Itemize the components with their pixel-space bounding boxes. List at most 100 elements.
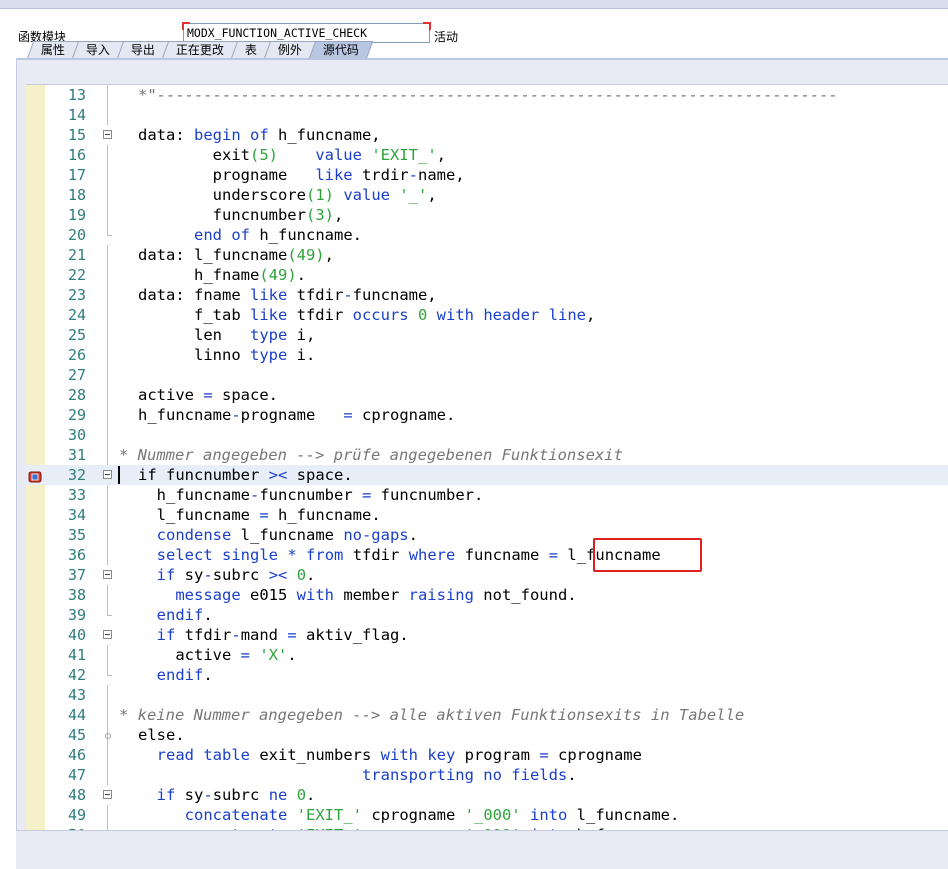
fold-toggle-icon[interactable] bbox=[103, 790, 112, 799]
code-line[interactable]: 18 underscore(1) value '_', bbox=[26, 185, 948, 205]
function-module-name-field[interactable]: MODX_FUNCTION_ACTIVE_CHECK bbox=[182, 22, 431, 43]
code-line[interactable]: 36 select single * from tfdir where func… bbox=[26, 545, 948, 565]
code-token: e015 bbox=[240, 586, 297, 604]
code-token: with bbox=[296, 586, 334, 604]
line-number: 23 bbox=[67, 286, 86, 304]
code-token: type bbox=[249, 346, 288, 364]
code-line[interactable]: 19 funcnumber(3), bbox=[26, 205, 948, 225]
code-line[interactable]: 25 len type i, bbox=[26, 325, 948, 345]
code-line[interactable]: 15 data: begin of h_funcname, bbox=[26, 125, 948, 145]
line-number: 35 bbox=[67, 526, 86, 544]
code-line[interactable]: 46 read table exit_numbers with key prog… bbox=[26, 745, 948, 765]
code-token: active bbox=[138, 646, 241, 664]
code-line[interactable]: 33 h_funcname-funcnumber = funcnumber. bbox=[26, 485, 948, 505]
code-text: f_tab like tfdir occurs 0 with header li… bbox=[138, 305, 595, 325]
tab-label: 例外 bbox=[277, 43, 302, 57]
code-token: no-gaps bbox=[343, 526, 409, 544]
code-line[interactable]: 26 linno type i. bbox=[26, 345, 948, 365]
code-token: value bbox=[343, 186, 390, 204]
line-number: 16 bbox=[67, 146, 86, 164]
abap-code-editor[interactable]: 13 *"------------------------------------… bbox=[26, 84, 948, 831]
block-guide bbox=[107, 145, 108, 165]
block-guide bbox=[107, 545, 108, 565]
line-number: 18 bbox=[67, 186, 86, 204]
code-line[interactable]: 37 if sy-subrc >< 0. bbox=[26, 565, 948, 585]
code-token: tfdir bbox=[287, 286, 344, 304]
line-number: 39 bbox=[67, 606, 86, 624]
line-number: 32 bbox=[67, 466, 86, 484]
code-line[interactable]: 14 bbox=[26, 105, 948, 125]
code-line[interactable]: 27 bbox=[26, 365, 948, 385]
code-line[interactable]: 21 data: l_funcname(49), bbox=[26, 245, 948, 265]
fold-toggle-icon[interactable] bbox=[103, 570, 112, 579]
code-token: (5) bbox=[249, 146, 278, 164]
code-token: . bbox=[408, 526, 418, 544]
code-line[interactable]: 29 h_funcname-progname = cprogname. bbox=[26, 405, 948, 425]
code-token: progname bbox=[138, 166, 316, 184]
code-token: . bbox=[203, 666, 213, 684]
code-line[interactable]: 40 if tfdir-mand = aktiv_flag. bbox=[26, 625, 948, 645]
code-token: . bbox=[306, 566, 316, 584]
code-token: else. bbox=[138, 726, 185, 744]
code-line[interactable]: 20 end of h_funcname. bbox=[26, 225, 948, 245]
code-line[interactable]: 43 bbox=[26, 685, 948, 705]
code-line[interactable]: 49 concatenate 'EXIT_' cprogname '_000' … bbox=[26, 805, 948, 825]
code-line[interactable]: 38 message e015 with member raising not_… bbox=[26, 585, 948, 605]
code-token: into bbox=[530, 806, 568, 824]
code-line[interactable]: 48 if sy-subrc ne 0. bbox=[26, 785, 948, 805]
top-toolbar-strip bbox=[0, 0, 948, 9]
block-end-guide bbox=[107, 225, 112, 236]
code-token: cprogname bbox=[548, 746, 642, 764]
tab-3[interactable]: 正在更改 bbox=[161, 41, 239, 59]
code-line[interactable]: 30 bbox=[26, 425, 948, 445]
line-number: 37 bbox=[67, 566, 86, 584]
fold-toggle-icon[interactable] bbox=[103, 130, 112, 139]
line-number: 36 bbox=[67, 546, 86, 564]
code-token: , bbox=[436, 146, 446, 164]
code-token: funcnumber bbox=[259, 486, 362, 504]
line-number: 33 bbox=[67, 486, 86, 504]
code-line[interactable]: 47 transporting no fields. bbox=[26, 765, 948, 785]
code-line[interactable]: 16 exit(5) value 'EXIT_', bbox=[26, 145, 948, 165]
code-line[interactable]: 35 condense l_funcname no-gaps. bbox=[26, 525, 948, 545]
code-line[interactable]: 41 active = 'X'. bbox=[26, 645, 948, 665]
code-token: h_funcname, bbox=[268, 126, 381, 144]
fold-toggle-icon[interactable] bbox=[103, 630, 112, 639]
code-line[interactable]: 34 l_funcname = h_funcname. bbox=[26, 505, 948, 525]
block-guide bbox=[107, 765, 108, 785]
code-line[interactable]: 28 active = space. bbox=[26, 385, 948, 405]
block-guide bbox=[107, 85, 108, 105]
code-line[interactable]: 17 progname like trdir-name, bbox=[26, 165, 948, 185]
code-line[interactable]: 13 *"------------------------------------… bbox=[26, 85, 948, 105]
fold-toggle-icon[interactable] bbox=[103, 470, 112, 479]
code-token: aktiv_flag. bbox=[296, 626, 409, 644]
code-token: , bbox=[585, 306, 596, 324]
code-line[interactable]: 44 * keine Nummer angegeben --> alle akti… bbox=[26, 705, 948, 725]
code-token: 0 bbox=[417, 306, 428, 324]
code-token: = bbox=[548, 546, 559, 564]
code-line[interactable]: 22 h_fname(49). bbox=[26, 265, 948, 285]
tab-6[interactable]: 源代码 bbox=[308, 41, 374, 59]
code-line[interactable]: 24 f_tab like tfdir occurs 0 with header… bbox=[26, 305, 948, 325]
block-guide bbox=[107, 805, 108, 825]
code-token: condense bbox=[156, 526, 232, 544]
code-line[interactable]: 32 if funcnumber >< space. bbox=[26, 465, 948, 485]
block-guide bbox=[107, 725, 108, 745]
breakpoint-icon[interactable] bbox=[28, 468, 42, 483]
code-line[interactable]: 23 data: fname like tfdir-funcname, bbox=[26, 285, 948, 305]
code-token: - bbox=[343, 286, 353, 304]
code-line[interactable]: 45 else. bbox=[26, 725, 948, 745]
code-line[interactable]: 39 endif. bbox=[26, 605, 948, 625]
code-token: *"--------------------------------------… bbox=[138, 86, 838, 104]
code-line[interactable]: 31 * Nummer angegeben --> prüfe angegeben… bbox=[26, 445, 948, 465]
code-token: h_fname bbox=[138, 266, 260, 284]
code-line[interactable]: 42 endif. bbox=[26, 665, 948, 685]
line-number: 21 bbox=[67, 246, 86, 264]
code-token: if bbox=[156, 786, 176, 804]
tab-label: 属性 bbox=[40, 43, 65, 57]
